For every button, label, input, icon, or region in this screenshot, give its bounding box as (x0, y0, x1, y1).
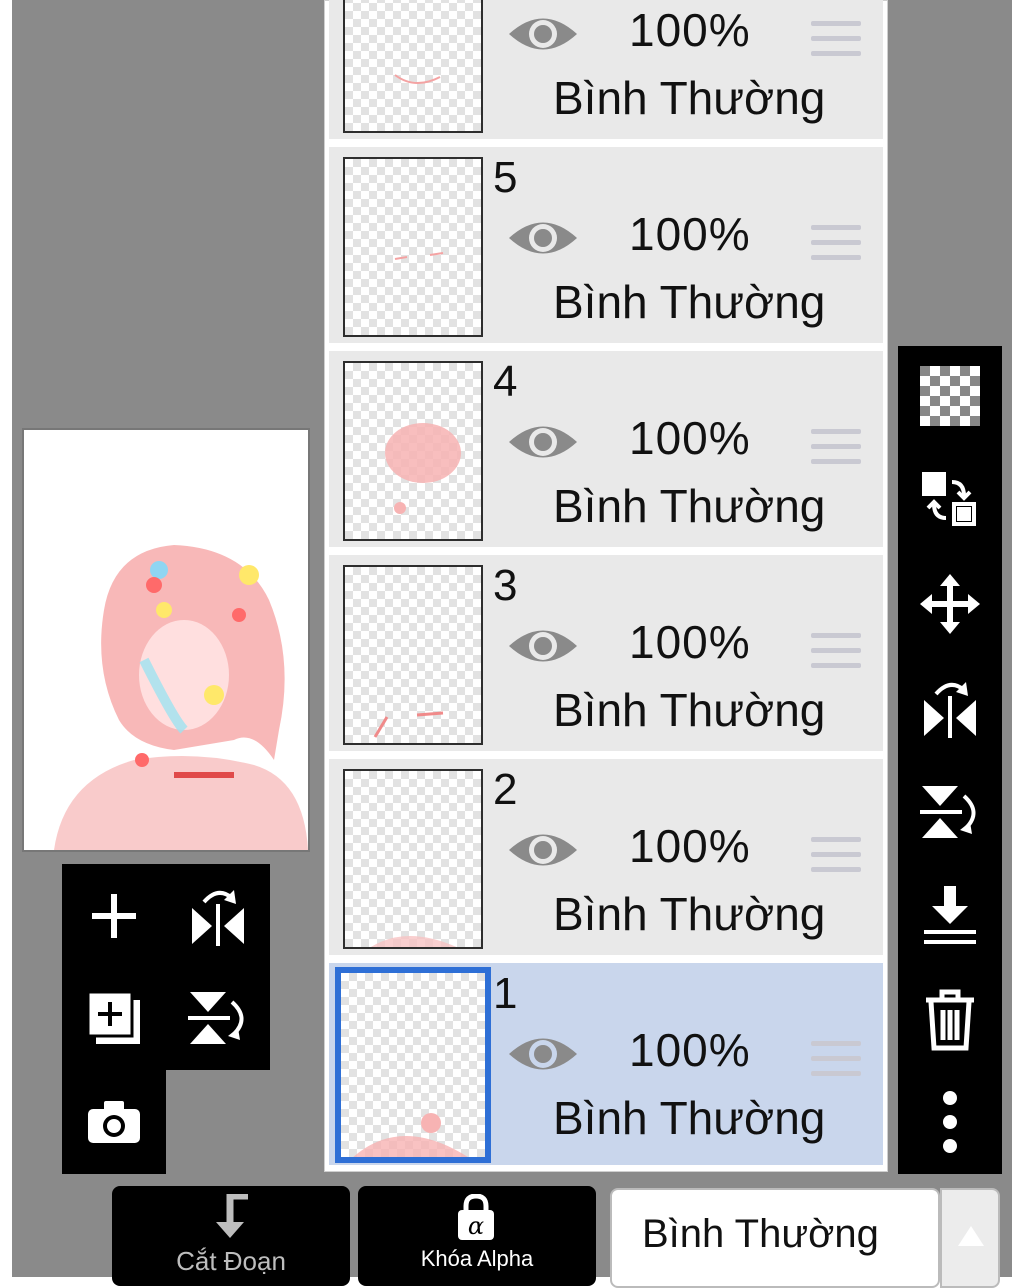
layer-blend-mode: Bình Thường (553, 684, 826, 736)
drag-handle-icon[interactable] (811, 225, 861, 263)
layer-thumbnail[interactable] (343, 157, 483, 337)
layer-row-1[interactable]: 1 100% Bình Thường (329, 963, 883, 1169)
visibility-eye-icon[interactable] (507, 213, 579, 263)
flip-vertical-icon[interactable] (898, 762, 1002, 862)
alpha-lock-button[interactable]: α Khóa Alpha (358, 1186, 596, 1286)
layer-opacity[interactable]: 100% (629, 207, 751, 261)
layer-row-3[interactable]: 3 100% Bình Thường (329, 555, 883, 755)
layer-toolbar (898, 346, 1002, 1174)
layer-row-6[interactable]: 100% Bình Thường (329, 0, 883, 143)
add-copy-layer-icon[interactable] (62, 966, 166, 1070)
layer-row-4[interactable]: 4 100% Bình Thường (329, 351, 883, 551)
merge-down-icon[interactable] (898, 866, 1002, 966)
triangle-up-icon (958, 1226, 984, 1246)
blend-mode-select[interactable]: Bình Thường (610, 1188, 940, 1288)
layer-thumbnail[interactable] (343, 0, 483, 133)
clipping-arrow-icon (216, 1194, 248, 1238)
visibility-eye-icon[interactable] (507, 1029, 579, 1079)
layer-number: 4 (493, 357, 518, 406)
visibility-eye-icon[interactable] (507, 825, 579, 875)
svg-text:α: α (468, 1212, 484, 1240)
alpha-lock-label: Khóa Alpha (420, 1246, 534, 1271)
layer-list[interactable]: 100% Bình Thường 5 100% Bình Thường 4 10… (324, 0, 888, 1172)
move-icon[interactable] (898, 554, 1002, 654)
clipping-label: Cắt Đoạn (176, 1246, 286, 1276)
alpha-lock-icon: α (458, 1194, 494, 1240)
trash-icon[interactable] (898, 970, 1002, 1070)
layer-thumbnail[interactable] (343, 361, 483, 541)
swap-layers-icon[interactable] (898, 450, 1002, 550)
layer-opacity[interactable]: 100% (629, 411, 751, 465)
flip-canvas-horizontal-icon[interactable] (166, 864, 270, 968)
flip-horizontal-icon[interactable] (898, 658, 1002, 758)
layer-opacity[interactable]: 100% (629, 3, 751, 57)
drag-handle-icon[interactable] (811, 429, 861, 467)
layer-blend-mode: Bình Thường (553, 276, 826, 328)
layer-number: 5 (493, 153, 518, 202)
layer-blend-mode: Bình Thường (553, 72, 826, 124)
visibility-eye-icon[interactable] (507, 621, 579, 671)
layer-thumbnail[interactable] (343, 565, 483, 745)
layer-number: 1 (493, 969, 518, 1018)
visibility-eye-icon[interactable] (507, 417, 579, 467)
layer-number: 2 (493, 765, 518, 814)
layer-blend-mode: Bình Thường (553, 480, 826, 532)
layer-opacity[interactable]: 100% (629, 1023, 751, 1077)
layer-opacity[interactable]: 100% (629, 819, 751, 873)
layer-thumbnail[interactable] (335, 967, 491, 1163)
transparency-checker-icon[interactable] (898, 346, 1002, 446)
more-vertical-icon[interactable] (898, 1072, 1002, 1172)
layer-blend-mode: Bình Thường (553, 1092, 826, 1144)
camera-icon[interactable] (62, 1070, 166, 1174)
layer-number: 3 (493, 561, 518, 610)
blend-mode-dropdown-button[interactable] (940, 1188, 1000, 1288)
drag-handle-icon[interactable] (811, 21, 861, 59)
artwork-preview[interactable] (22, 428, 310, 852)
layer-row-2[interactable]: 2 100% Bình Thường (329, 759, 883, 959)
drag-handle-icon[interactable] (811, 1041, 861, 1079)
layer-opacity[interactable]: 100% (629, 615, 751, 669)
layer-thumbnail[interactable] (343, 769, 483, 949)
visibility-eye-icon[interactable] (507, 9, 579, 59)
camera-panel (62, 1068, 166, 1174)
layer-blend-mode: Bình Thường (553, 888, 826, 940)
drag-handle-icon[interactable] (811, 633, 861, 671)
clipping-button[interactable]: Cắt Đoạn (112, 1186, 350, 1286)
layer-row-5[interactable]: 5 100% Bình Thường (329, 147, 883, 347)
add-layer-icon[interactable] (62, 864, 166, 968)
drag-handle-icon[interactable] (811, 837, 861, 875)
canvas-tools-panel (62, 864, 270, 1070)
flip-canvas-vertical-icon[interactable] (166, 966, 270, 1070)
